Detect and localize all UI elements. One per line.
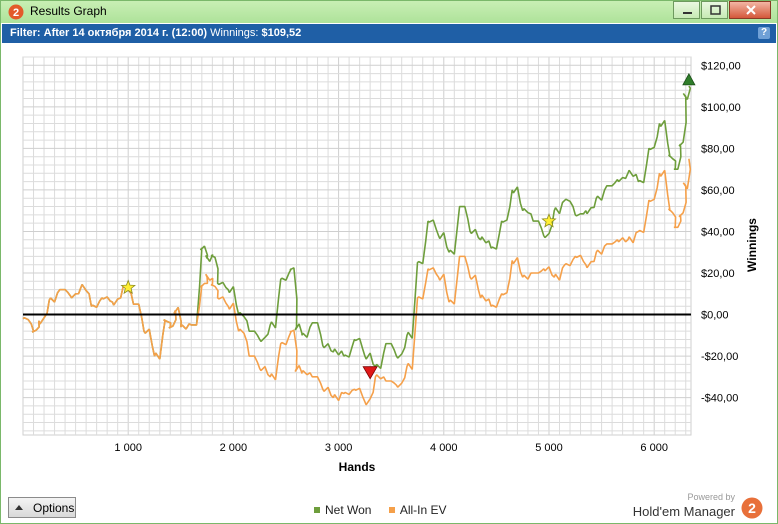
y-tick-label: $60,00 xyxy=(701,185,735,197)
chevron-up-icon xyxy=(15,505,23,510)
hem-logo-icon: 2 xyxy=(741,497,763,519)
y-tick-label: $0,00 xyxy=(701,310,729,322)
minimize-button[interactable] xyxy=(673,1,700,19)
bottom-bar: Options Net Won All-In EV Powered by Hol… xyxy=(1,491,777,523)
x-tick-label: 5 000 xyxy=(535,442,563,454)
results-graph-window: 2 Results Graph Filter: After 14 октября… xyxy=(0,0,778,524)
window-title: Results Graph xyxy=(30,4,107,18)
filter-label: Filter: xyxy=(10,27,41,39)
x-tick-label: 4 000 xyxy=(430,442,458,454)
maximize-icon xyxy=(710,5,721,15)
brand-name: Hold'em Manager xyxy=(632,504,735,519)
logo-glyph: 2 xyxy=(748,500,756,516)
x-axis-title: Hands xyxy=(339,460,376,474)
options-button[interactable]: Options xyxy=(8,497,76,518)
app-icon-glyph: 2 xyxy=(13,7,19,19)
legend-swatch-net-won xyxy=(314,507,320,513)
y-tick-label: -$40,00 xyxy=(701,393,738,405)
close-icon xyxy=(746,5,756,15)
winnings-value: $109,52 xyxy=(261,27,302,39)
powered-by-text: Powered by xyxy=(687,492,735,502)
winnings-label: Winnings: xyxy=(210,27,259,39)
maximize-button[interactable] xyxy=(701,1,728,19)
chart-legend: Net Won All-In EV xyxy=(314,503,461,517)
legend-label-net-won: Net Won xyxy=(325,503,372,517)
minimize-icon xyxy=(683,12,692,14)
x-tick-label: 3 000 xyxy=(325,442,353,454)
y-tick-label: $80,00 xyxy=(701,143,735,155)
x-tick-label: 1 000 xyxy=(114,442,142,454)
legend-item-net-won: Net Won xyxy=(314,503,375,517)
filter-value: After 14 октября 2014 г. (12:00) xyxy=(43,27,208,39)
help-button[interactable]: ? xyxy=(758,27,770,39)
legend-item-all-in-ev: All-In EV xyxy=(388,503,447,517)
results-chart: -$40,00 -$20,00 $0,00 $20,00 $40,00 $60,00 $80… xyxy=(22,56,759,474)
chart-grid xyxy=(22,56,692,436)
title-bar[interactable]: 2 Results Graph xyxy=(1,1,777,23)
y-tick-label: -$20,00 xyxy=(701,351,738,363)
x-tick-label: 2 000 xyxy=(220,442,248,454)
hem-app-icon: 2 xyxy=(8,4,24,20)
legend-swatch-all-in-ev xyxy=(388,507,395,513)
y-tick-label: $20,00 xyxy=(701,268,735,280)
y-tick-label: $120,00 xyxy=(701,60,741,72)
filter-bar: Filter: After 14 октября 2014 г. (12:00)… xyxy=(2,24,776,43)
legend-label-all-in-ev: All-In EV xyxy=(399,503,447,517)
brand-block: Powered by Hold'em Manager 2 xyxy=(613,491,763,523)
y-axis-title: Winnings xyxy=(745,218,759,272)
filter-text: Filter: After 14 октября 2014 г. (12:00)… xyxy=(10,27,301,39)
y-tick-label: $40,00 xyxy=(701,226,735,238)
x-tick-label: 6 000 xyxy=(640,442,668,454)
options-label: Options xyxy=(33,501,75,515)
close-button[interactable] xyxy=(729,1,771,19)
y-tick-label: $100,00 xyxy=(701,102,741,114)
